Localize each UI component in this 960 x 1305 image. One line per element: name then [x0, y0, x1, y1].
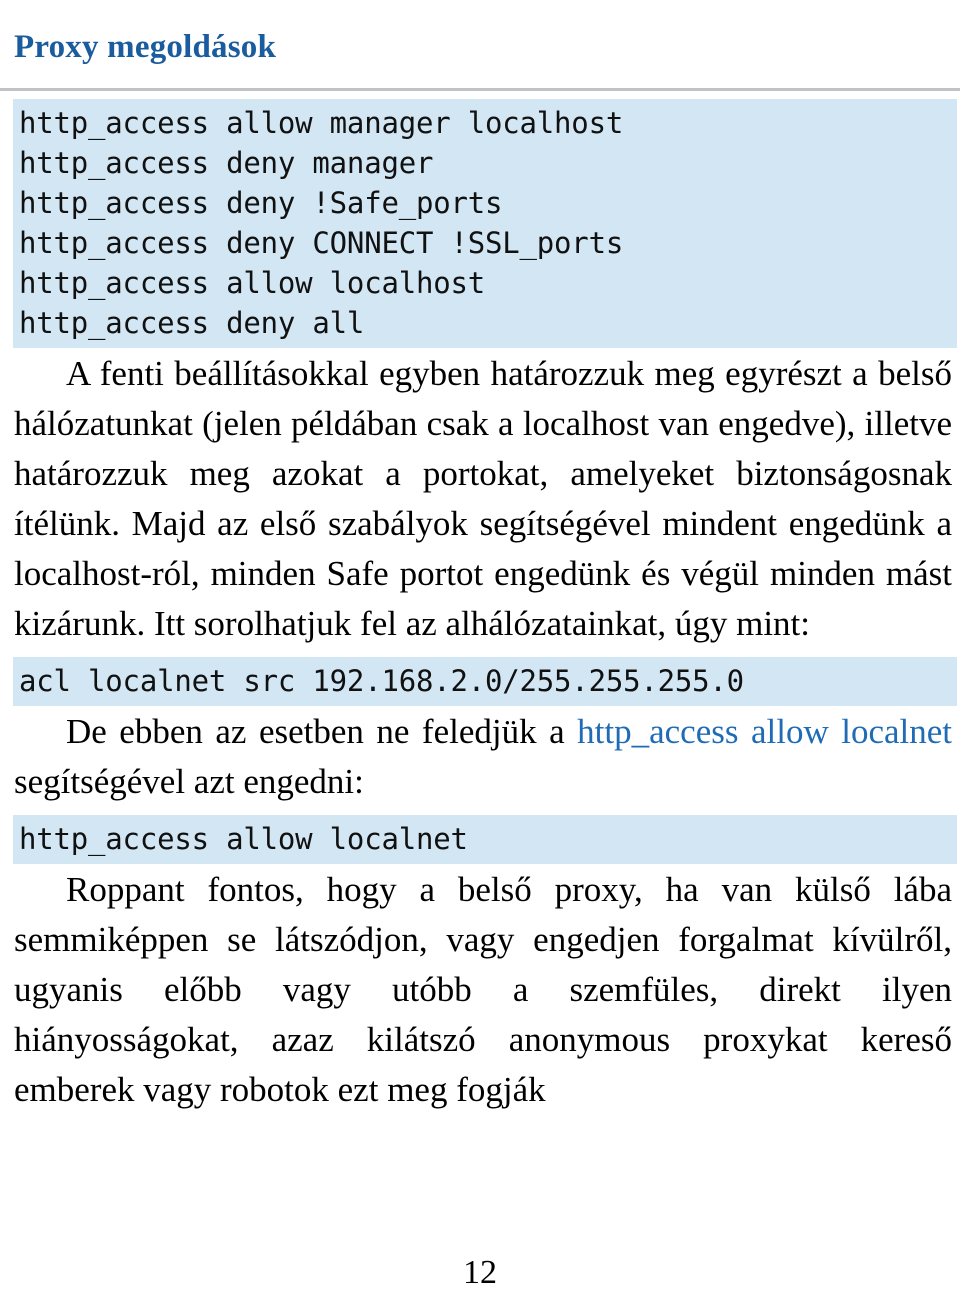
code-block-acl-rules: http_access allow manager localhost http…	[13, 99, 957, 349]
code-block-http-access-allow-localnet: http_access allow localnet	[13, 815, 957, 865]
paragraph-2-suffix: segítségével azt engedni:	[14, 762, 364, 802]
document-page: Proxy megoldások http_access allow manag…	[0, 22, 960, 1305]
body-paragraph-2: De ebben az esetben ne feledjük a http_a…	[0, 707, 960, 807]
code-block-localnet-acl: acl localnet src 192.168.2.0/255.255.255…	[13, 657, 957, 707]
inline-code-reference: http_access allow localnet	[577, 712, 953, 752]
code-line: http_access deny all	[19, 306, 365, 341]
paragraph-2-prefix: De ebben az esetben ne feledjük a	[66, 712, 578, 752]
page-title: Proxy megoldások	[14, 29, 277, 66]
code-line: acl localnet src 192.168.2.0/255.255.255…	[19, 664, 744, 699]
body-paragraph-3: Roppant fontos, hogy a belső proxy, ha v…	[14, 870, 952, 1110]
code-line: http_access allow localnet	[19, 822, 468, 857]
title-divider	[0, 88, 960, 92]
body-paragraph-1: A fenti beállításokkal egyben határozzuk…	[14, 354, 952, 644]
code-line: http_access deny !Safe_ports	[19, 186, 503, 221]
code-line: http_access allow localhost	[19, 266, 486, 301]
code-line: http_access deny CONNECT !SSL_ports	[19, 226, 624, 261]
code-line: http_access deny manager	[19, 146, 434, 181]
page-number: 12	[463, 1254, 497, 1292]
code-line: http_access allow manager localhost	[19, 106, 624, 141]
